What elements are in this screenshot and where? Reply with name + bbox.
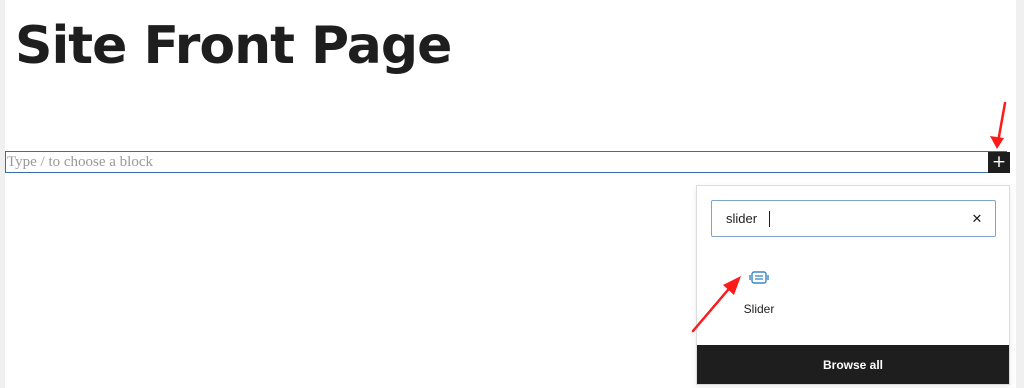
block-result-label: Slider [743,302,775,316]
page-title[interactable]: Site Front Page [15,10,452,82]
block-inserter-popover: ✕ Slider Browse all [696,185,1010,385]
clear-search-button[interactable]: ✕ [965,207,989,231]
plus-icon: + [991,152,1007,172]
text-caret [769,211,770,227]
block-result-slider[interactable]: Slider [737,266,781,322]
block-placeholder-text: Type / to choose a block [7,153,153,170]
slider-block-icon [749,271,769,284]
block-search-box: ✕ [711,200,996,237]
close-icon: ✕ [971,211,983,227]
block-placeholder-input[interactable]: Type / to choose a block [5,151,1007,173]
block-inserter-toggle-button[interactable]: + [988,152,1010,173]
browse-all-button[interactable]: Browse all [697,345,1009,384]
block-search-input[interactable] [712,201,962,236]
